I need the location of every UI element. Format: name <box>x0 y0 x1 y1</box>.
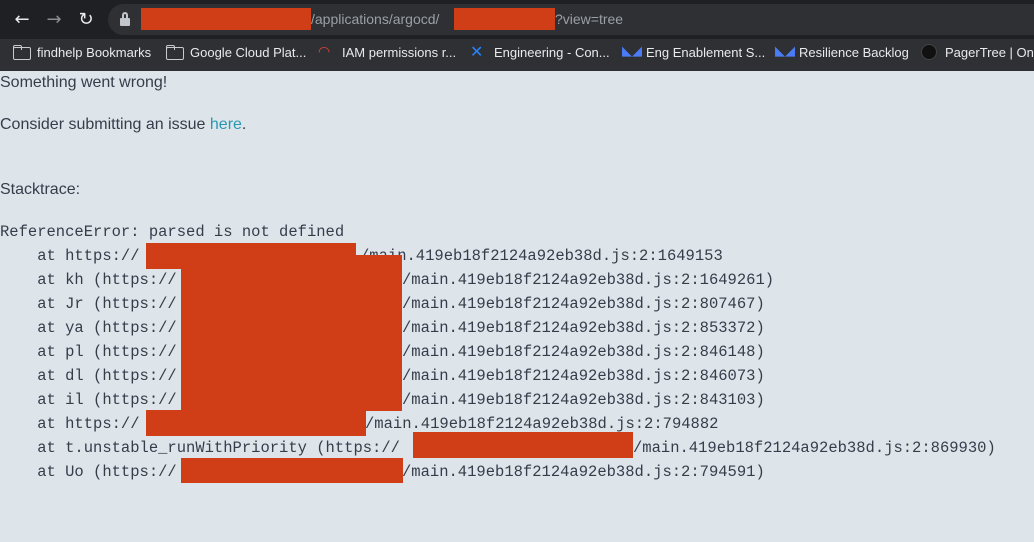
error-title: Something went wrong! <box>0 74 168 91</box>
error-page: Something went wrong! Consider submittin… <box>0 71 1034 542</box>
stacktrace-line: at il (https:///main.419eb18f2124a92eb38… <box>0 391 765 409</box>
bookmark-pagertree[interactable]: PagerTree | On-C <box>921 39 1034 65</box>
stacktrace-header: ReferenceError: parsed is not defined <box>0 223 345 241</box>
stacktrace-line: at dl (https:///main.419eb18f2124a92eb38… <box>0 367 765 385</box>
stacktrace-line: at kh (https:///main.419eb18f2124a92eb38… <box>0 271 775 289</box>
bookmark-label: findhelp Bookmarks <box>37 44 152 60</box>
bookmark-findhelp[interactable]: findhelp Bookmarks <box>13 39 151 65</box>
folder-icon <box>166 44 184 60</box>
stacktrace-line: at pl (https:///main.419eb18f2124a92eb38… <box>0 343 765 361</box>
pagertree-icon <box>921 44 937 60</box>
bookmark-resilience-backlog[interactable]: ◣◢ Resilience Backlog <box>775 39 909 65</box>
bookmark-engineering-confluence[interactable]: ✕ Engineering - Con... <box>470 39 610 65</box>
url-path-text: /applications/argocd/ <box>311 11 440 27</box>
stacktrace-line: at Uo (https:///main.419eb18f2124a92eb38… <box>0 463 765 481</box>
url-redaction <box>454 8 555 30</box>
bookmark-label: IAM permissions r... <box>342 44 457 60</box>
stacktrace-label: Stacktrace: <box>0 181 81 198</box>
stacktrace-line: at ya (https:///main.419eb18f2124a92eb38… <box>0 319 765 337</box>
stacktrace-line: at Jr (https:///main.419eb18f2124a92eb38… <box>0 295 765 313</box>
bookmark-label: PagerTree | On-C <box>945 44 1034 60</box>
confluence-icon: ✕ <box>470 42 484 61</box>
bookmark-google-cloud[interactable]: Google Cloud Plat... <box>166 39 306 65</box>
browser-toolbar: ← → ↻ /applications/argocd/ ?view=tree <box>0 0 1034 39</box>
stacktrace-redaction <box>181 255 402 411</box>
stacktrace-line: at https:///main.419eb18f2124a92eb38d.js… <box>0 247 723 265</box>
back-arrow-icon[interactable]: ← <box>10 8 34 32</box>
stacktrace-line: at https:///main.419eb18f2124a92eb38d.js… <box>0 415 719 433</box>
bookmark-eng-enablement[interactable]: ◣◢ Eng Enablement S... <box>622 39 765 65</box>
bookmark-label: Resilience Backlog <box>799 44 909 60</box>
reload-icon[interactable]: ↻ <box>74 8 98 32</box>
stacktrace-redaction <box>181 458 403 483</box>
google-cloud-icon: ◠ <box>318 44 331 60</box>
issue-message: Consider submitting an issue here. <box>0 116 246 134</box>
issue-link[interactable]: here <box>210 116 242 133</box>
bookmark-label: Eng Enablement S... <box>646 44 766 60</box>
stacktrace-redaction <box>413 432 633 458</box>
bookmark-iam-permissions[interactable]: ◠ IAM permissions r... <box>318 39 456 65</box>
issue-suffix: . <box>241 116 247 133</box>
jira-icon: ◣◢ <box>622 44 642 59</box>
forward-arrow-icon[interactable]: → <box>42 8 66 32</box>
bookmark-label: Engineering - Con... <box>494 44 610 60</box>
stacktrace-redaction <box>146 410 366 436</box>
folder-icon <box>13 44 31 60</box>
url-query-text: ?view=tree <box>555 11 624 27</box>
lock-icon[interactable] <box>120 12 130 26</box>
issue-prefix: Consider submitting an issue <box>0 116 210 133</box>
url-redaction <box>141 8 311 30</box>
jira-icon: ◣◢ <box>775 44 795 59</box>
bookmark-label: Google Cloud Plat... <box>190 44 307 60</box>
address-bar[interactable]: /applications/argocd/ ?view=tree <box>108 4 1034 35</box>
stacktrace-line: at t.unstable_runWithPriority (https:///… <box>0 439 996 457</box>
bookmarks-bar: findhelp Bookmarks Google Cloud Plat... … <box>0 39 1034 71</box>
